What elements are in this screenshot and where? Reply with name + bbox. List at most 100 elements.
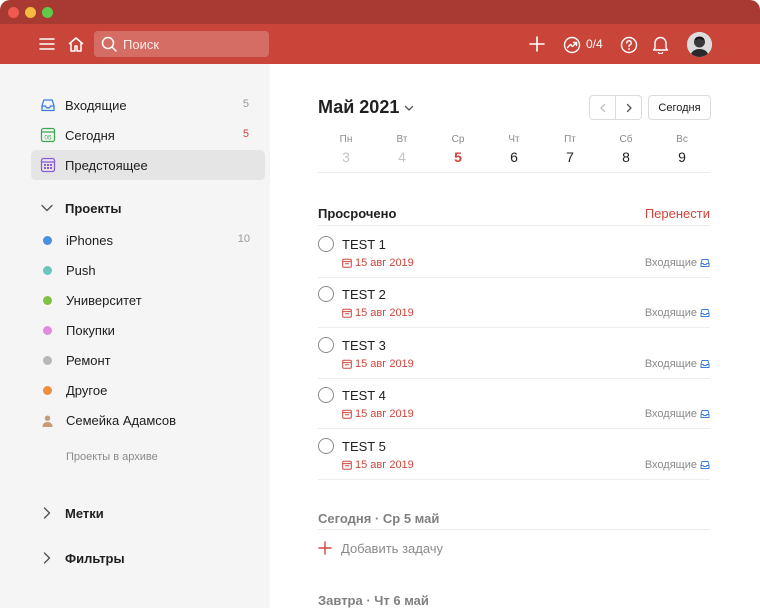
project-label: Покупки — [66, 323, 115, 338]
tomorrow-section-header: Завтра · Чт 6 май — [318, 590, 710, 608]
month-picker[interactable]: Май 2021 — [318, 97, 415, 118]
inbox-icon — [700, 259, 710, 267]
calendar-icon — [342, 308, 352, 318]
sidebar-project-addams[interactable]: Семейка Адамсов — [31, 405, 265, 435]
project-color-dot — [43, 266, 52, 275]
chevron-down-icon — [41, 204, 53, 212]
task-item[interactable]: TEST 1 15 авг 2019 Входящие — [318, 227, 710, 278]
karma-counter[interactable]: 0/4 — [586, 37, 603, 51]
sidebar-item-label: Входящие — [65, 98, 127, 113]
task-project[interactable]: Входящие — [645, 358, 710, 370]
app-window: 0/4 Входящие 5 05 Сегодня 5 — [0, 0, 760, 608]
day-date: 4 — [398, 149, 406, 165]
task-due-label: 15 авг 2019 — [355, 459, 414, 471]
task-item[interactable]: TEST 3 15 авг 2019 Входящие — [318, 328, 710, 379]
window-titlebar — [0, 0, 760, 24]
task-title[interactable]: TEST 4 — [342, 388, 386, 403]
task-due-date[interactable]: 15 авг 2019 — [342, 307, 414, 319]
task-item[interactable]: TEST 5 15 авг 2019 Входящие — [318, 429, 710, 480]
task-project[interactable]: Входящие — [645, 408, 710, 420]
week-day-sat[interactable]: Сб 8 — [606, 134, 646, 165]
task-due-date[interactable]: 15 авг 2019 — [342, 257, 414, 269]
task-item[interactable]: TEST 4 15 авг 2019 Входящие — [318, 378, 710, 429]
sidebar-project-push[interactable]: Push — [31, 255, 265, 285]
sidebar-item-inbox[interactable]: Входящие 5 — [31, 90, 265, 120]
zoom-window-button[interactable] — [42, 7, 53, 18]
calendar-icon — [342, 258, 352, 268]
task-due-date[interactable]: 15 авг 2019 — [342, 408, 414, 420]
labels-section-toggle[interactable]: Метки — [40, 503, 104, 523]
sidebar-project-repair[interactable]: Ремонт — [31, 345, 265, 375]
task-checkbox[interactable] — [318, 387, 334, 403]
project-color-dot — [43, 296, 52, 305]
plus-icon[interactable] — [528, 35, 546, 53]
inbox-icon — [700, 461, 710, 469]
project-label: Университет — [66, 293, 142, 308]
overdue-title: Просрочено — [318, 206, 397, 221]
task-checkbox[interactable] — [318, 286, 334, 302]
task-due-date[interactable]: 15 авг 2019 — [342, 358, 414, 370]
chevron-right-icon — [43, 507, 51, 519]
week-day-sun[interactable]: Вс 9 — [662, 134, 702, 165]
filters-section-toggle[interactable]: Фильтры — [40, 548, 125, 568]
task-title[interactable]: TEST 1 — [342, 237, 386, 252]
sidebar-item-upcoming[interactable]: Предстоящее — [31, 150, 265, 180]
task-project-label: Входящие — [644, 257, 697, 269]
sidebar-item-today[interactable]: 05 Сегодня 5 — [31, 120, 265, 150]
calendar-icon — [342, 460, 352, 470]
day-name: Ср — [451, 134, 465, 145]
productivity-icon[interactable] — [562, 35, 581, 54]
hamburger-icon[interactable] — [38, 35, 56, 53]
bell-icon[interactable] — [651, 34, 670, 54]
user-avatar[interactable] — [687, 32, 712, 57]
task-project[interactable]: Входящие — [645, 459, 710, 471]
sidebar-project-other[interactable]: Другое — [31, 375, 265, 405]
plus-icon — [318, 541, 332, 555]
task-title[interactable]: TEST 2 — [342, 287, 386, 302]
week-day-mon[interactable]: Пн 3 — [326, 134, 366, 165]
day-date: 3 — [342, 149, 350, 165]
help-icon[interactable] — [619, 35, 638, 54]
week-day-tue[interactable]: Вт 4 — [382, 134, 422, 165]
today-button[interactable]: Сегодня — [648, 95, 711, 120]
week-strip: Пн 3 Вт 4 Ср 5 Чт 6 Пт 7 Сб 8 Вс 9 — [318, 134, 710, 173]
day-name: Сб — [619, 134, 633, 145]
task-project[interactable]: Входящие — [645, 257, 710, 269]
task-checkbox[interactable] — [318, 438, 334, 454]
week-day-fri[interactable]: Пт 7 — [550, 134, 590, 165]
reschedule-button[interactable]: Перенести — [645, 206, 710, 221]
next-week-button[interactable] — [615, 96, 641, 119]
minimize-window-button[interactable] — [25, 7, 36, 18]
sidebar-project-iphones[interactable]: iPhones 10 — [31, 225, 265, 255]
task-due-date[interactable]: 15 авг 2019 — [342, 459, 414, 471]
week-day-thu[interactable]: Чт 6 — [494, 134, 534, 165]
sidebar: Входящие 5 05 Сегодня 5 Предстоящее Прое… — [0, 64, 270, 608]
sidebar-project-shopping[interactable]: Покупки — [31, 315, 265, 345]
close-window-button[interactable] — [8, 7, 19, 18]
task-title[interactable]: TEST 3 — [342, 338, 386, 353]
week-day-wed[interactable]: Ср 5 — [438, 134, 478, 165]
projects-section-toggle[interactable]: Проекты — [40, 198, 121, 218]
task-due-label: 15 авг 2019 — [355, 358, 414, 370]
day-name: Вт — [396, 134, 408, 145]
archived-projects-link[interactable]: Проекты в архиве — [66, 451, 158, 463]
project-label: iPhones — [66, 233, 113, 248]
task-checkbox[interactable] — [318, 337, 334, 353]
inbox-icon — [40, 97, 56, 113]
home-icon[interactable] — [66, 34, 86, 54]
day-date: 6 — [510, 149, 518, 165]
task-project[interactable]: Входящие — [645, 307, 710, 319]
tomorrow-section-title: Завтра · Чт 6 май — [318, 593, 429, 608]
sidebar-project-university[interactable]: Университет — [31, 285, 265, 315]
task-title[interactable]: TEST 5 — [342, 439, 386, 454]
sidebar-item-count: 5 — [242, 128, 249, 140]
search-box[interactable] — [94, 31, 269, 57]
chevron-left-icon — [600, 103, 605, 112]
calendar-icon — [342, 359, 352, 369]
task-checkbox[interactable] — [318, 236, 334, 252]
search-input[interactable] — [123, 36, 263, 52]
previous-week-button[interactable] — [590, 96, 615, 119]
task-item[interactable]: TEST 2 15 авг 2019 Входящие — [318, 277, 710, 328]
sidebar-item-count: 5 — [242, 98, 249, 110]
add-task-button[interactable]: Добавить задачу — [318, 538, 443, 558]
